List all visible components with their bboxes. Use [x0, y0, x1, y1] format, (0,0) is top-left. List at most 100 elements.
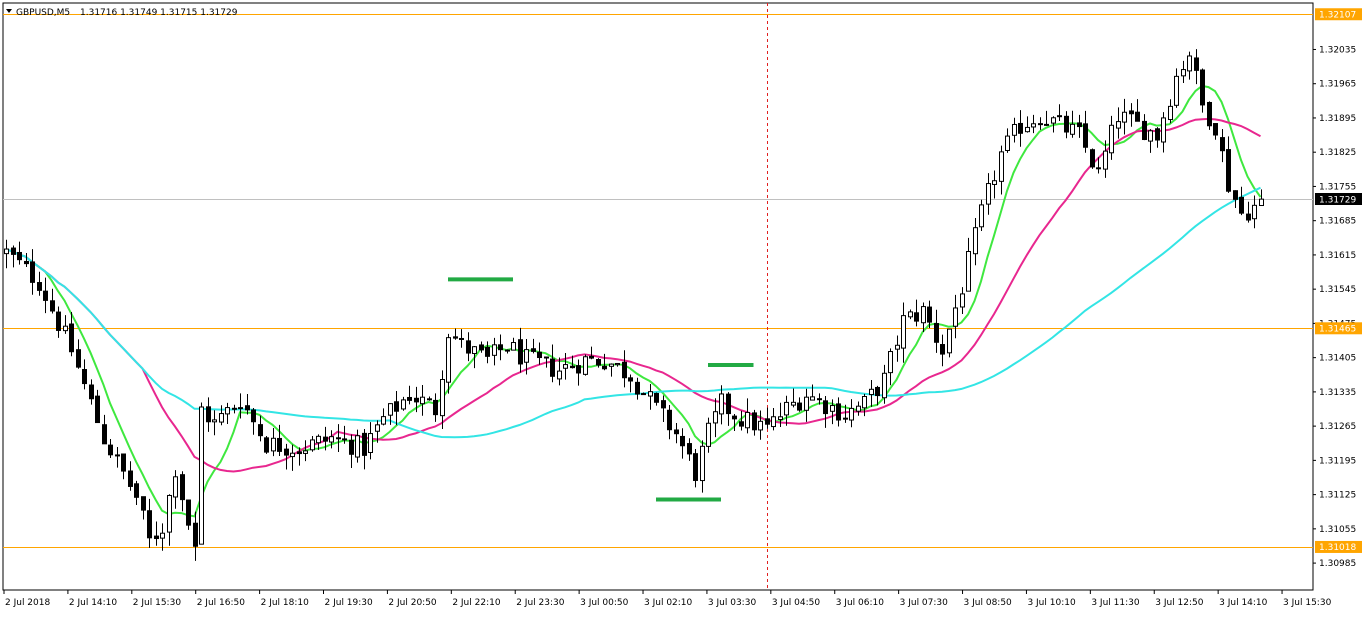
candle-body [56, 311, 61, 331]
level-price-label: 1.31018 [1319, 543, 1356, 553]
candle-body [30, 261, 35, 283]
time-axis: 2 Jul 2018 2 Jul 14:10 2 Jul 15:30 2 Jul 16… [3, 590, 1332, 608]
candle-body [147, 510, 152, 539]
candle-body [1226, 149, 1231, 192]
candle-body [394, 401, 399, 412]
candle-body [524, 349, 529, 363]
candle-body [342, 438, 347, 441]
candle-body [544, 356, 549, 359]
candle-body [836, 403, 841, 421]
candle-body [589, 355, 594, 359]
candle-body [82, 369, 87, 385]
candle [264, 436, 269, 454]
candle-body [1129, 110, 1134, 115]
candle-body [420, 396, 425, 405]
candle-body [355, 435, 360, 458]
candle-body [797, 402, 802, 411]
x-tick-label: 2 Jul 19:30 [325, 598, 374, 608]
candle-body [102, 424, 107, 445]
candle-body [531, 348, 536, 352]
candle-body [89, 384, 94, 400]
ohlc-values: 1.31716 1.31749 1.31715 1.31729 [80, 8, 238, 18]
candle-body [232, 407, 237, 410]
candle-body [908, 311, 913, 318]
candle-body [1077, 122, 1082, 128]
candle-body [11, 247, 16, 255]
candle-body [121, 453, 126, 472]
candle-body [1051, 117, 1056, 124]
candle-body [576, 365, 581, 374]
candle-body [940, 344, 945, 355]
candle-body [485, 346, 490, 357]
candle [1207, 101, 1212, 130]
candle-body [225, 407, 230, 415]
candle-body [1064, 115, 1069, 133]
candle [583, 354, 588, 376]
candle-body [921, 306, 926, 324]
candle-body [1207, 101, 1212, 127]
candle-body [1005, 135, 1010, 151]
price-chart[interactable]: 1.32035 1.31965 1.31895 1.31825 1.31755 1.316… [0, 0, 1365, 617]
candle-body [1038, 123, 1043, 126]
candle-body [134, 483, 139, 498]
candle-body [537, 351, 542, 359]
y-tick-label: 1.31685 [1319, 217, 1356, 227]
x-tick-label: 3 Jul 06:10 [836, 598, 885, 608]
candle-body [238, 407, 243, 410]
candle-body [115, 454, 120, 457]
candle-body [368, 433, 373, 453]
candle-body [1012, 123, 1017, 136]
candle-body [693, 453, 698, 481]
candle-body [804, 396, 809, 411]
x-tick-label: 3 Jul 00:50 [580, 598, 629, 608]
candle-body [1096, 167, 1101, 170]
x-tick-label: 3 Jul 03:30 [708, 598, 757, 608]
candle [199, 402, 204, 545]
y-tick-label: 1.31755 [1319, 182, 1356, 192]
x-tick-label: 3 Jul 04:50 [772, 598, 821, 608]
candle-body [1213, 123, 1218, 136]
candle-body [95, 395, 100, 424]
x-tick-label: 2 Jul 2018 [5, 598, 50, 608]
x-tick-label: 2 Jul 23:30 [516, 598, 565, 608]
candle-body [466, 340, 471, 354]
candle-body [973, 227, 978, 255]
x-tick-label: 2 Jul 16:50 [197, 598, 246, 608]
x-tick-label: 3 Jul 02:10 [644, 598, 693, 608]
candle-body [186, 499, 191, 526]
candle-body [154, 535, 159, 540]
y-tick-label: 1.31615 [1319, 251, 1356, 261]
candle-body [388, 403, 393, 416]
candle-body [375, 424, 380, 432]
candle-body [1018, 122, 1023, 134]
candle-body [446, 337, 451, 383]
candle-body [654, 392, 659, 403]
candle-body [1090, 149, 1095, 168]
candle-body [17, 251, 22, 261]
candle-body [661, 400, 666, 409]
candle-body [212, 419, 217, 423]
x-tick-label: 2 Jul 18:10 [261, 598, 310, 608]
candle-body [641, 393, 646, 396]
candle-body [1252, 204, 1257, 220]
candle-body [518, 339, 523, 365]
candle-body [433, 399, 438, 416]
candle-body [173, 476, 178, 498]
y-tick-label: 1.31195 [1319, 456, 1356, 466]
candle-body [37, 282, 42, 291]
candle-body [303, 450, 308, 454]
candle-body [1155, 128, 1160, 141]
x-tick-label: 3 Jul 07:30 [900, 598, 949, 608]
y-tick-label: 1.31125 [1319, 491, 1356, 501]
candle-body [1200, 69, 1205, 106]
candle-body [1187, 55, 1192, 72]
candle-body [1109, 124, 1114, 154]
candle-body [271, 437, 276, 452]
candle-body [329, 436, 334, 443]
candle-body [635, 381, 640, 395]
candle-body [1194, 57, 1199, 71]
candle-body [193, 522, 198, 547]
candle-body [550, 358, 555, 377]
candle-body [706, 422, 711, 447]
candle-body [407, 396, 412, 401]
